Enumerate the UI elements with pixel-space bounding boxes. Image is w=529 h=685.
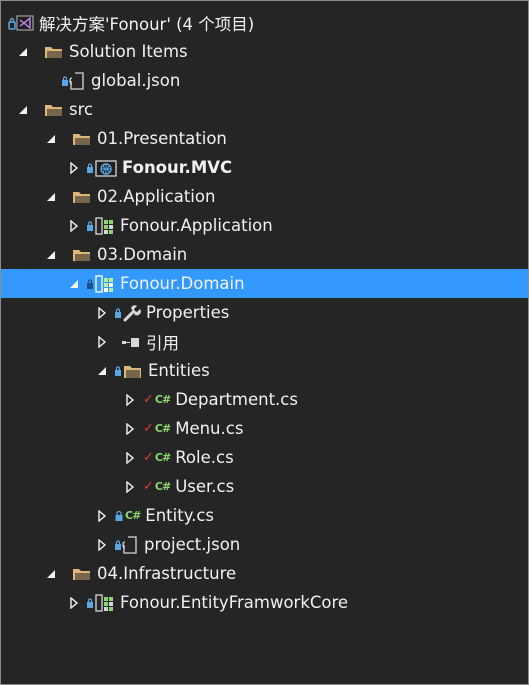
tree-label-entities: Entities xyxy=(148,361,210,380)
collapsed-arrow-icon[interactable] xyxy=(95,509,109,523)
tree-row-department-cs[interactable]: ✓ C# Department.cs xyxy=(1,385,528,414)
csharp-file-icon: C# xyxy=(154,451,171,464)
tree-label-fonour-domain: Fonour.Domain xyxy=(120,274,245,293)
tree-label-role-cs: Role.cs xyxy=(175,448,234,467)
expanded-arrow-icon[interactable] xyxy=(44,132,58,146)
collapsed-arrow-icon[interactable] xyxy=(123,480,137,494)
tree-label-fonour-efcore: Fonour.EntityFramworkCore xyxy=(120,593,349,612)
solution-label: 解决方案'Fonour' (4 个项目) xyxy=(39,14,255,34)
tree-row-global-json[interactable]: global.json xyxy=(1,66,528,95)
tree-row-user-cs[interactable]: ✓ C# User.cs xyxy=(1,472,528,501)
collapsed-arrow-icon[interactable] xyxy=(67,596,81,610)
tree-row-project-json[interactable]: project.json xyxy=(1,530,528,559)
expanded-arrow-icon[interactable] xyxy=(16,45,30,59)
tree-label-fonour-mvc: Fonour.MVC xyxy=(122,158,233,177)
tree-label-solution-items: Solution Items xyxy=(69,42,188,61)
folder-icon xyxy=(44,42,64,62)
tree-row-role-cs[interactable]: ✓ C# Role.cs xyxy=(1,443,528,472)
wrench-icon xyxy=(115,303,141,323)
tree-row-infrastructure[interactable]: 04.Infrastructure xyxy=(1,559,528,588)
tree-row-application-folder[interactable]: 02.Application xyxy=(1,182,528,211)
folder-icon xyxy=(72,129,92,149)
tree-label-src: src xyxy=(69,100,94,119)
tree-label-fonour-application: Fonour.Application xyxy=(120,216,273,235)
tree-row-menu-cs[interactable]: ✓ C# Menu.cs xyxy=(1,414,528,443)
csharp-file-icon: C# xyxy=(154,393,171,406)
vs-solution-icon xyxy=(8,13,34,33)
tree-label-menu-cs: Menu.cs xyxy=(175,419,244,438)
checkmark-icon: ✓ xyxy=(143,421,154,436)
expanded-arrow-icon[interactable] xyxy=(44,190,58,204)
expanded-arrow-icon[interactable] xyxy=(44,567,58,581)
tree-label-domain-folder: 03.Domain xyxy=(97,245,188,264)
tree-row-references[interactable]: 引用 xyxy=(1,327,528,356)
tree-row-solution-items[interactable]: Solution Items xyxy=(1,37,528,66)
json-file-icon xyxy=(62,71,86,91)
tree-row-entities[interactable]: Entities xyxy=(1,356,528,385)
collapsed-arrow-icon[interactable] xyxy=(95,335,109,349)
csharp-file-icon: C# xyxy=(125,509,141,522)
expanded-arrow-icon[interactable] xyxy=(95,364,109,378)
folder-icon xyxy=(44,100,64,120)
expanded-arrow-icon[interactable] xyxy=(16,103,30,117)
tree-row-entity-cs[interactable]: C# Entity.cs xyxy=(1,501,528,530)
checkmark-icon: ✓ xyxy=(143,450,154,465)
collapsed-arrow-icon[interactable] xyxy=(123,393,137,407)
tree-label-global-json: global.json xyxy=(91,71,181,90)
tree-row-solution[interactable]: 解决方案'Fonour' (4 个项目) xyxy=(1,8,528,37)
expanded-arrow-icon[interactable] xyxy=(44,248,58,262)
tree-row-fonour-mvc[interactable]: Fonour.MVC xyxy=(1,153,528,182)
tree-label-presentation: 01.Presentation xyxy=(97,129,227,148)
folder-icon xyxy=(72,187,92,207)
web-project-icon xyxy=(87,158,117,178)
tree-label-application-folder: 02.Application xyxy=(97,187,216,206)
tree-row-fonour-application[interactable]: Fonour.Application xyxy=(1,211,528,240)
lock-icon xyxy=(115,506,123,526)
checkmark-icon: ✓ xyxy=(143,392,154,407)
collapsed-arrow-icon[interactable] xyxy=(67,161,81,175)
tree-row-presentation[interactable]: 01.Presentation xyxy=(1,124,528,153)
tree-label-project-json: project.json xyxy=(144,535,241,554)
collapsed-arrow-icon[interactable] xyxy=(123,451,137,465)
class-library-icon xyxy=(87,593,115,613)
folder-icon xyxy=(72,564,92,584)
tree-row-properties[interactable]: Properties xyxy=(1,298,528,327)
collapsed-arrow-icon[interactable] xyxy=(123,422,137,436)
expanded-arrow-icon[interactable] xyxy=(67,277,81,291)
tree-label-references: 引用 xyxy=(146,333,179,353)
folder-icon xyxy=(115,361,143,381)
tree-label-infrastructure: 04.Infrastructure xyxy=(97,564,237,583)
json-file-icon xyxy=(115,535,139,555)
tree-label-user-cs: User.cs xyxy=(175,477,235,496)
class-library-icon xyxy=(87,216,115,236)
tree-label-entity-cs: Entity.cs xyxy=(145,506,215,525)
csharp-file-icon: C# xyxy=(154,480,171,493)
collapsed-arrow-icon[interactable] xyxy=(95,538,109,552)
collapsed-arrow-icon[interactable] xyxy=(95,306,109,320)
collapsed-arrow-icon[interactable] xyxy=(67,219,81,233)
csharp-file-icon: C# xyxy=(154,422,171,435)
tree-label-department-cs: Department.cs xyxy=(175,390,298,409)
class-library-icon xyxy=(87,274,115,294)
tree-row-src[interactable]: src xyxy=(1,95,528,124)
folder-icon xyxy=(72,245,92,265)
tree-row-fonour-domain[interactable]: Fonour.Domain xyxy=(1,269,528,298)
tree-row-fonour-efcore[interactable]: Fonour.EntityFramworkCore xyxy=(1,588,528,617)
references-icon xyxy=(121,332,141,352)
checkmark-icon: ✓ xyxy=(143,479,154,494)
tree-label-properties: Properties xyxy=(146,303,230,322)
solution-explorer-tree: 解决方案'Fonour' (4 个项目) Solution Items glob… xyxy=(0,0,529,685)
tree-row-domain-folder[interactable]: 03.Domain xyxy=(1,240,528,269)
